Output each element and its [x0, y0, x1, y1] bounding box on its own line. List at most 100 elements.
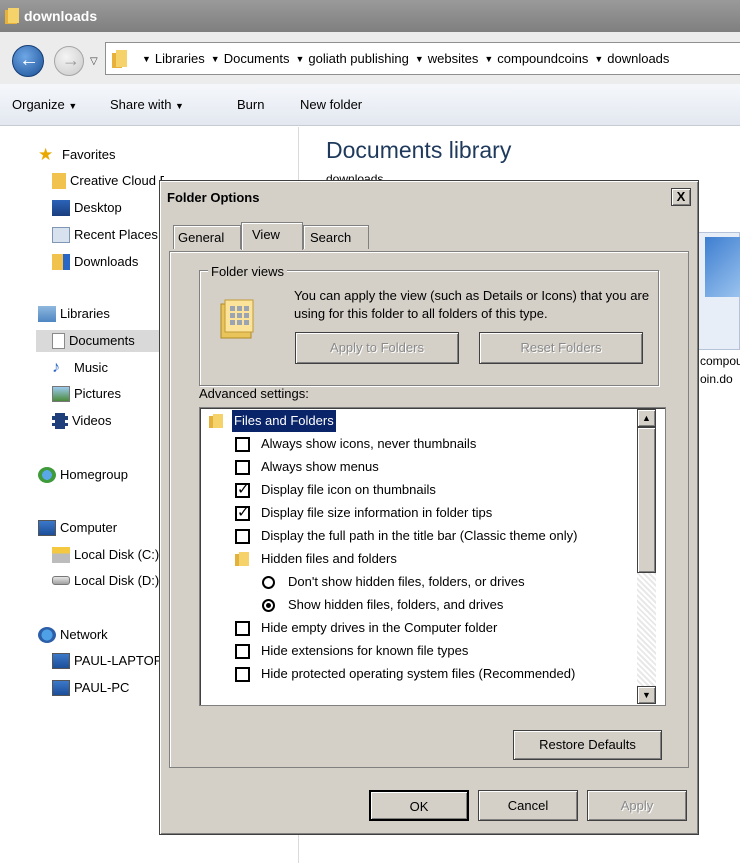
- list-item-label: Hidden files and folders: [261, 551, 397, 566]
- radio-unselected[interactable]: [262, 576, 275, 589]
- recent-places-icon: [52, 226, 70, 243]
- list-item-label: Show hidden files, folders, and drives: [288, 597, 504, 612]
- chevron-down-icon: ▼: [175, 101, 184, 111]
- burn-button[interactable]: Burn: [237, 97, 264, 112]
- vertical-scrollbar[interactable]: ▲ ▼: [637, 409, 656, 704]
- checkbox-unchecked[interactable]: [235, 460, 250, 475]
- sidebar-item-local-disk-c[interactable]: Local Disk (C:): [52, 544, 162, 566]
- tab-search[interactable]: Search: [303, 225, 369, 249]
- close-button[interactable]: X: [671, 188, 691, 206]
- chevron-right-icon[interactable]: ▼: [142, 54, 151, 64]
- sidebar-item-music[interactable]: ♪ Music: [52, 357, 108, 379]
- checkbox-checked[interactable]: ✓: [235, 504, 250, 521]
- sidebar-item-label: Videos: [72, 413, 112, 428]
- sidebar-item-favorites[interactable]: ★ Favorites: [38, 144, 115, 166]
- sidebar-item-recent-places[interactable]: Recent Places: [52, 224, 164, 246]
- list-item-label: Display file size information in folder …: [261, 505, 493, 520]
- sidebar-item-label: Favorites: [62, 147, 116, 162]
- advanced-settings-label: Advanced settings:: [199, 386, 309, 401]
- folder-views-icon: [220, 299, 254, 339]
- sidebar-item-label: Homegroup: [60, 467, 128, 482]
- folder-icon: [52, 172, 66, 189]
- tab-view[interactable]: View: [241, 222, 303, 250]
- sidebar-item-libraries[interactable]: Libraries: [38, 303, 110, 325]
- breadcrumb-documents[interactable]: Documents: [224, 51, 290, 66]
- sidebar-item-label: Network: [60, 627, 108, 642]
- window-titlebar: downloads: [0, 0, 740, 32]
- chevron-right-icon[interactable]: ▼: [295, 54, 304, 64]
- checkbox-unchecked[interactable]: [235, 529, 250, 544]
- scroll-down-button[interactable]: ▼: [637, 686, 656, 704]
- chevron-right-icon[interactable]: ▼: [211, 54, 220, 64]
- breadcrumb-downloads[interactable]: downloads: [607, 51, 669, 66]
- video-film-icon: [52, 412, 68, 429]
- checkbox-checked[interactable]: ✓: [235, 481, 250, 498]
- sidebar-item-creative-cloud[interactable]: Creative Cloud Files: [52, 170, 164, 192]
- triangle-up-icon: ▲: [642, 413, 651, 423]
- breadcrumb: ▼ Libraries ▼ Documents ▼ goliath publishing ▼…: [136, 51, 669, 66]
- checkbox-unchecked[interactable]: [235, 437, 250, 452]
- forward-button[interactable]: →: [54, 46, 84, 76]
- back-arrow-icon: ←: [19, 49, 39, 71]
- radio-selected[interactable]: [262, 599, 275, 612]
- pictures-icon: [52, 385, 70, 402]
- list-item-label: Hide protected operating system files (R…: [261, 666, 576, 681]
- window-title: downloads: [24, 8, 98, 24]
- libraries-icon: [38, 305, 56, 322]
- ok-button[interactable]: OK: [369, 790, 469, 821]
- advanced-settings-list[interactable]: Files and Folders Always show icons, nev…: [199, 407, 666, 706]
- sidebar-item-paul-pc[interactable]: PAUL-PC: [52, 677, 129, 699]
- scroll-up-button[interactable]: ▲: [637, 409, 656, 427]
- checkbox-unchecked[interactable]: [235, 621, 250, 636]
- list-item-label: Display file icon on thumbnails: [261, 482, 436, 497]
- apply-button[interactable]: Apply: [587, 790, 687, 821]
- sidebar-item-paul-laptop[interactable]: PAUL-LAPTOP: [52, 650, 162, 672]
- restore-defaults-button[interactable]: Restore Defaults: [513, 730, 662, 760]
- sidebar-item-downloads[interactable]: Downloads: [52, 251, 138, 273]
- sidebar-item-label: Creative Cloud Files: [70, 173, 164, 188]
- scroll-thumb[interactable]: [637, 427, 656, 573]
- breadcrumb-websites[interactable]: websites: [428, 51, 479, 66]
- star-icon: ★: [38, 144, 54, 164]
- tab-general[interactable]: General: [173, 225, 241, 249]
- dialog-title: Folder Options: [167, 190, 260, 205]
- system-drive-icon: [52, 546, 70, 563]
- organize-menu[interactable]: Organize ▼: [12, 97, 77, 112]
- sidebar-item-desktop[interactable]: Desktop: [52, 197, 122, 219]
- breadcrumb-compoundcoins[interactable]: compoundcoins: [497, 51, 588, 66]
- breadcrumb-goliath-publishing[interactable]: goliath publishing: [308, 51, 408, 66]
- radio-dot-icon: [266, 603, 271, 608]
- checkbox-unchecked[interactable]: [235, 667, 250, 682]
- checkbox-unchecked[interactable]: [235, 644, 250, 659]
- network-icon: [38, 626, 56, 643]
- downloads-folder-icon: [52, 253, 70, 270]
- sidebar-item-label: Libraries: [60, 306, 110, 321]
- file-name[interactable]: compou oin.do: [700, 352, 740, 388]
- sidebar-item-network[interactable]: Network: [38, 624, 108, 646]
- new-folder-button[interactable]: New folder: [300, 97, 362, 112]
- cancel-button[interactable]: Cancel: [478, 790, 578, 821]
- breadcrumb-libraries[interactable]: Libraries: [155, 51, 205, 66]
- apply-to-folders-button[interactable]: Apply to Folders: [295, 332, 459, 364]
- sidebar-item-homegroup[interactable]: Homegroup: [38, 464, 128, 486]
- folder-icon: [112, 50, 127, 68]
- chevron-right-icon[interactable]: ▼: [484, 54, 493, 64]
- sidebar-item-videos[interactable]: Videos: [52, 410, 112, 432]
- sidebar-item-computer[interactable]: Computer: [38, 517, 117, 539]
- reset-folders-button[interactable]: Reset Folders: [479, 332, 643, 364]
- recent-pages-dropdown[interactable]: ▽: [90, 56, 98, 67]
- sidebar-item-label: Downloads: [74, 254, 139, 269]
- list-item-label: Always show icons, never thumbnails: [261, 436, 477, 451]
- share-with-menu[interactable]: Share with ▼: [110, 97, 184, 112]
- address-bar[interactable]: ▼ Libraries ▼ Documents ▼ goliath publishing ▼…: [105, 42, 740, 75]
- sidebar-item-label: Music: [74, 360, 108, 375]
- file-thumbnail[interactable]: [698, 232, 740, 350]
- sidebar-item-pictures[interactable]: Pictures: [52, 383, 121, 405]
- sidebar-item-label: Documents: [69, 333, 135, 348]
- chevron-right-icon[interactable]: ▼: [415, 54, 424, 64]
- sidebar-item-local-disk-d[interactable]: Local Disk (D:): [52, 570, 162, 592]
- back-button[interactable]: ←: [12, 45, 44, 77]
- list-item-label: Hide extensions for known file types: [261, 643, 469, 658]
- dialog-titlebar: Folder Options X: [163, 184, 695, 210]
- chevron-right-icon[interactable]: ▼: [594, 54, 603, 64]
